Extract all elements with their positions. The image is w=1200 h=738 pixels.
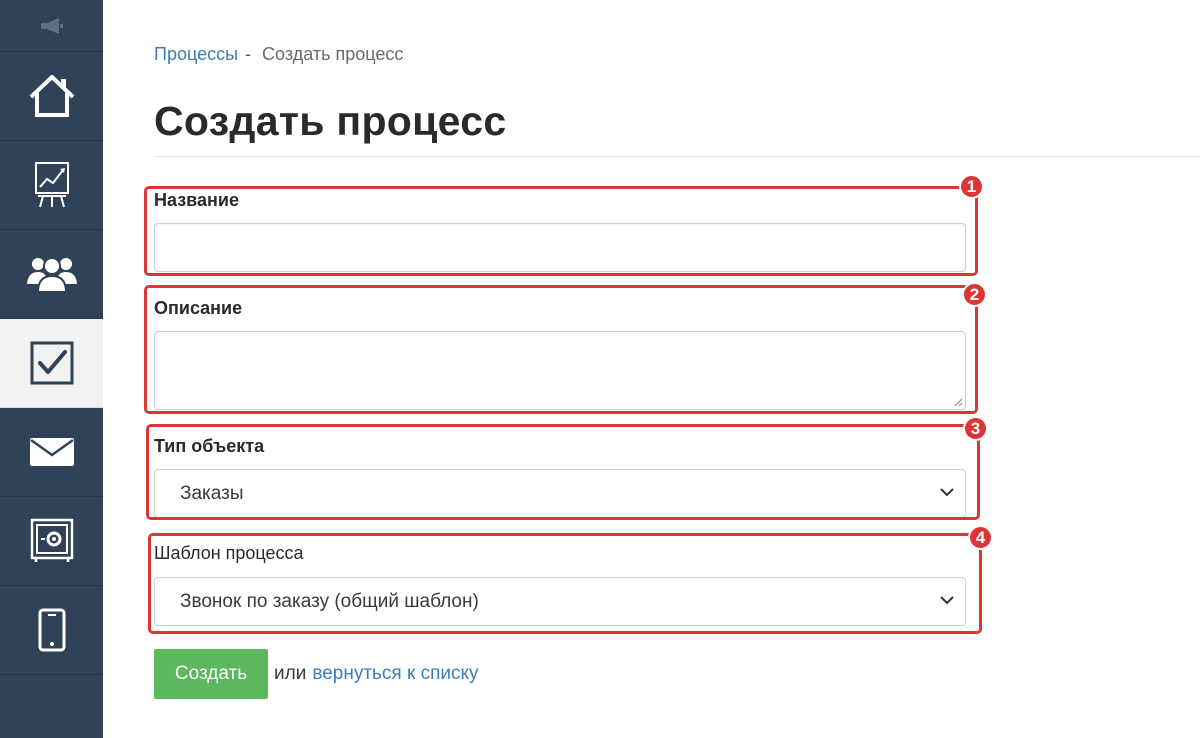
page-title: Создать процесс <box>154 98 507 144</box>
breadcrumb-link-processes[interactable]: Процессы <box>154 44 238 64</box>
safe-icon <box>30 518 73 562</box>
sidebar-top[interactable] <box>0 0 103 52</box>
sidebar-item-clients[interactable] <box>0 230 103 319</box>
phone-icon <box>38 608 65 652</box>
annotation-box-2 <box>144 285 978 414</box>
breadcrumb: Процессы - Создать процесс <box>154 44 403 65</box>
title-divider <box>154 156 1200 157</box>
annotation-badge-4: 4 <box>968 525 993 550</box>
breadcrumb-current: Создать процесс <box>262 44 404 64</box>
sidebar-item-mobile[interactable] <box>0 586 103 675</box>
create-button[interactable]: Создать <box>154 649 268 699</box>
breadcrumb-separator: - <box>245 44 252 64</box>
annotation-box-1 <box>144 186 978 276</box>
annotation-box-4 <box>148 533 982 634</box>
annotation-box-3 <box>146 424 980 520</box>
sidebar-item-home[interactable] <box>0 52 103 141</box>
sidebar-item-safe[interactable] <box>0 497 103 586</box>
form-actions: Создать или вернуться к списку <box>154 649 479 699</box>
users-icon <box>26 257 77 293</box>
megaphone-icon <box>40 17 63 34</box>
annotation-badge-1: 1 <box>959 174 984 199</box>
mail-icon <box>29 438 74 466</box>
or-text: или <box>274 663 307 684</box>
sidebar-item-mail[interactable] <box>0 408 103 497</box>
sidebar-item-reports[interactable] <box>0 141 103 230</box>
home-icon <box>29 75 74 117</box>
checkbox-icon <box>30 341 73 385</box>
annotation-badge-3: 3 <box>963 416 988 441</box>
back-to-list-link[interactable]: вернуться к списку <box>312 663 478 685</box>
sidebar-item-processes[interactable] <box>0 319 103 408</box>
sidebar <box>0 0 103 738</box>
annotation-badge-2: 2 <box>962 282 987 307</box>
chart-board-icon <box>34 162 69 208</box>
